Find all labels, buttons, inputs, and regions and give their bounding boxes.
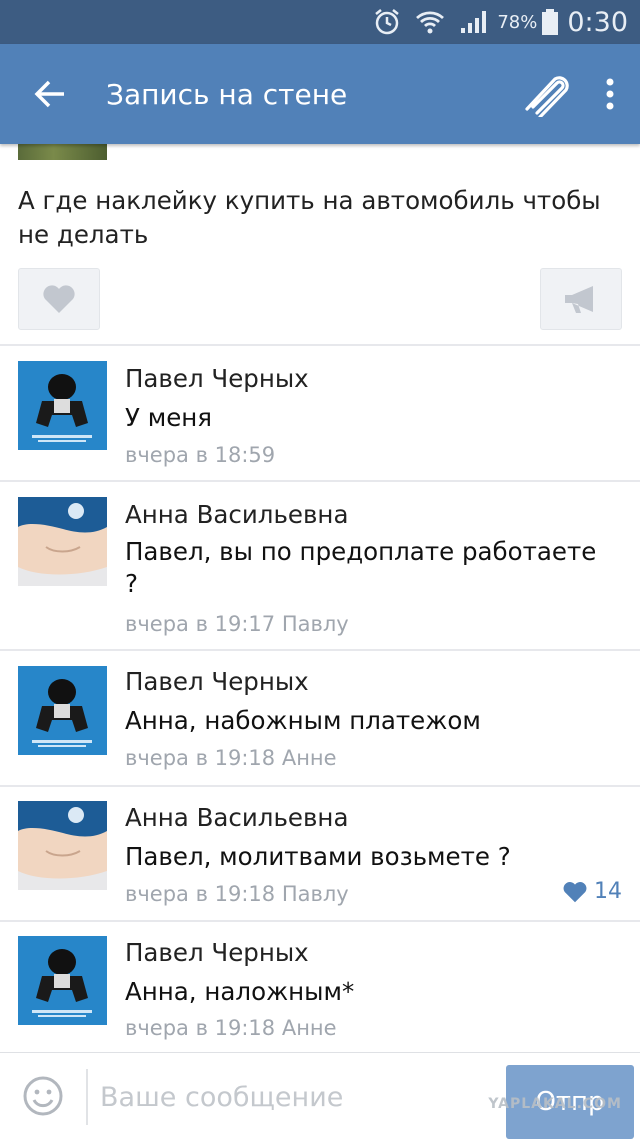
alarm-icon: [373, 8, 401, 36]
comment-author[interactable]: Павел Черных: [125, 667, 309, 696]
comment-author[interactable]: Анна Васильевна: [125, 803, 348, 832]
comment-author[interactable]: Анна Васильевна: [125, 500, 348, 529]
megaphone-icon: [565, 286, 593, 313]
comment-text: Павел, молитвами возьмете ?: [125, 842, 511, 871]
paperclip-icon: [525, 76, 569, 117]
heart-icon: [43, 285, 75, 313]
post-content: А где наклейку купить на автомобиль чтоб…: [0, 144, 640, 1052]
comment-item[interactable]: Павел Черных Анна, наложным* вчера в 19:…: [0, 922, 640, 1052]
comment-item[interactable]: Анна Васильевна Павел, молитвами возьмет…: [0, 787, 640, 920]
app-bar: Запись на стене: [0, 44, 640, 144]
darth-vader-avatar-icon: [18, 666, 107, 755]
message-input[interactable]: [100, 1073, 490, 1121]
message-composer: Отпр: [0, 1052, 640, 1139]
watermark: YAPLAKAL.COM: [488, 1096, 622, 1112]
back-arrow-icon: [34, 80, 64, 108]
more-options-button[interactable]: [580, 44, 640, 144]
comment-item[interactable]: Павел Черных Анна, набожным платежом вче…: [0, 651, 640, 785]
signal-icon: [459, 9, 487, 35]
comment-time: вчера в 19:17 Павлу: [125, 612, 349, 636]
like-count: 14: [594, 879, 622, 904]
comment-time: вчера в 18:59: [125, 443, 276, 467]
clock: 0:30: [567, 6, 628, 38]
page-title: Запись на стене: [106, 77, 348, 111]
avatar[interactable]: [18, 497, 107, 586]
avatar[interactable]: [18, 936, 107, 1025]
status-bar: 78% 0:30: [0, 0, 640, 44]
post-text: А где наклейку купить на автомобиль чтоб…: [18, 186, 601, 249]
battery-percent: 78%: [497, 11, 538, 33]
comment-author[interactable]: Павел Черных: [125, 364, 309, 393]
comment-text: Анна, наложным*: [125, 977, 355, 1006]
comment-item[interactable]: Павел Черных У меня вчера в 18:59: [0, 346, 640, 480]
comment-text: Павел, вы по предоплате работаете ?: [125, 537, 597, 598]
comment-time: вчера в 19:18 Павлу: [125, 882, 349, 906]
back-button[interactable]: [0, 44, 100, 144]
share-button[interactable]: [540, 268, 622, 330]
comment-author[interactable]: Павел Черных: [125, 938, 309, 967]
divider: [86, 1069, 88, 1125]
attach-button[interactable]: [510, 44, 580, 144]
like-post-button[interactable]: [18, 268, 100, 330]
avatar[interactable]: [18, 801, 107, 890]
comment-time: вчера в 19:18 Анне: [125, 746, 337, 770]
comment-text: Анна, набожным платежом: [125, 706, 481, 735]
comment-like-button[interactable]: 14: [562, 879, 622, 904]
avatar[interactable]: [18, 361, 107, 450]
more-vertical-icon: [606, 78, 614, 110]
wifi-icon: [415, 9, 445, 35]
avatar[interactable]: [18, 666, 107, 755]
anna-avatar-icon: [18, 497, 107, 586]
darth-vader-avatar-icon: [18, 361, 107, 450]
darth-vader-avatar-icon: [18, 936, 107, 1025]
emoji-button[interactable]: [22, 1075, 64, 1117]
heart-icon: [563, 881, 587, 902]
anna-avatar-icon: [18, 801, 107, 890]
battery-icon: [541, 8, 559, 36]
comment-text: У меня: [125, 403, 213, 432]
smile-icon: [23, 1076, 63, 1116]
comment-time: вчера в 19:18 Анне: [125, 1016, 337, 1040]
post-author-avatar[interactable]: [18, 144, 107, 160]
comment-item[interactable]: Анна Васильевна Павел, вы по предоплате …: [0, 482, 640, 649]
